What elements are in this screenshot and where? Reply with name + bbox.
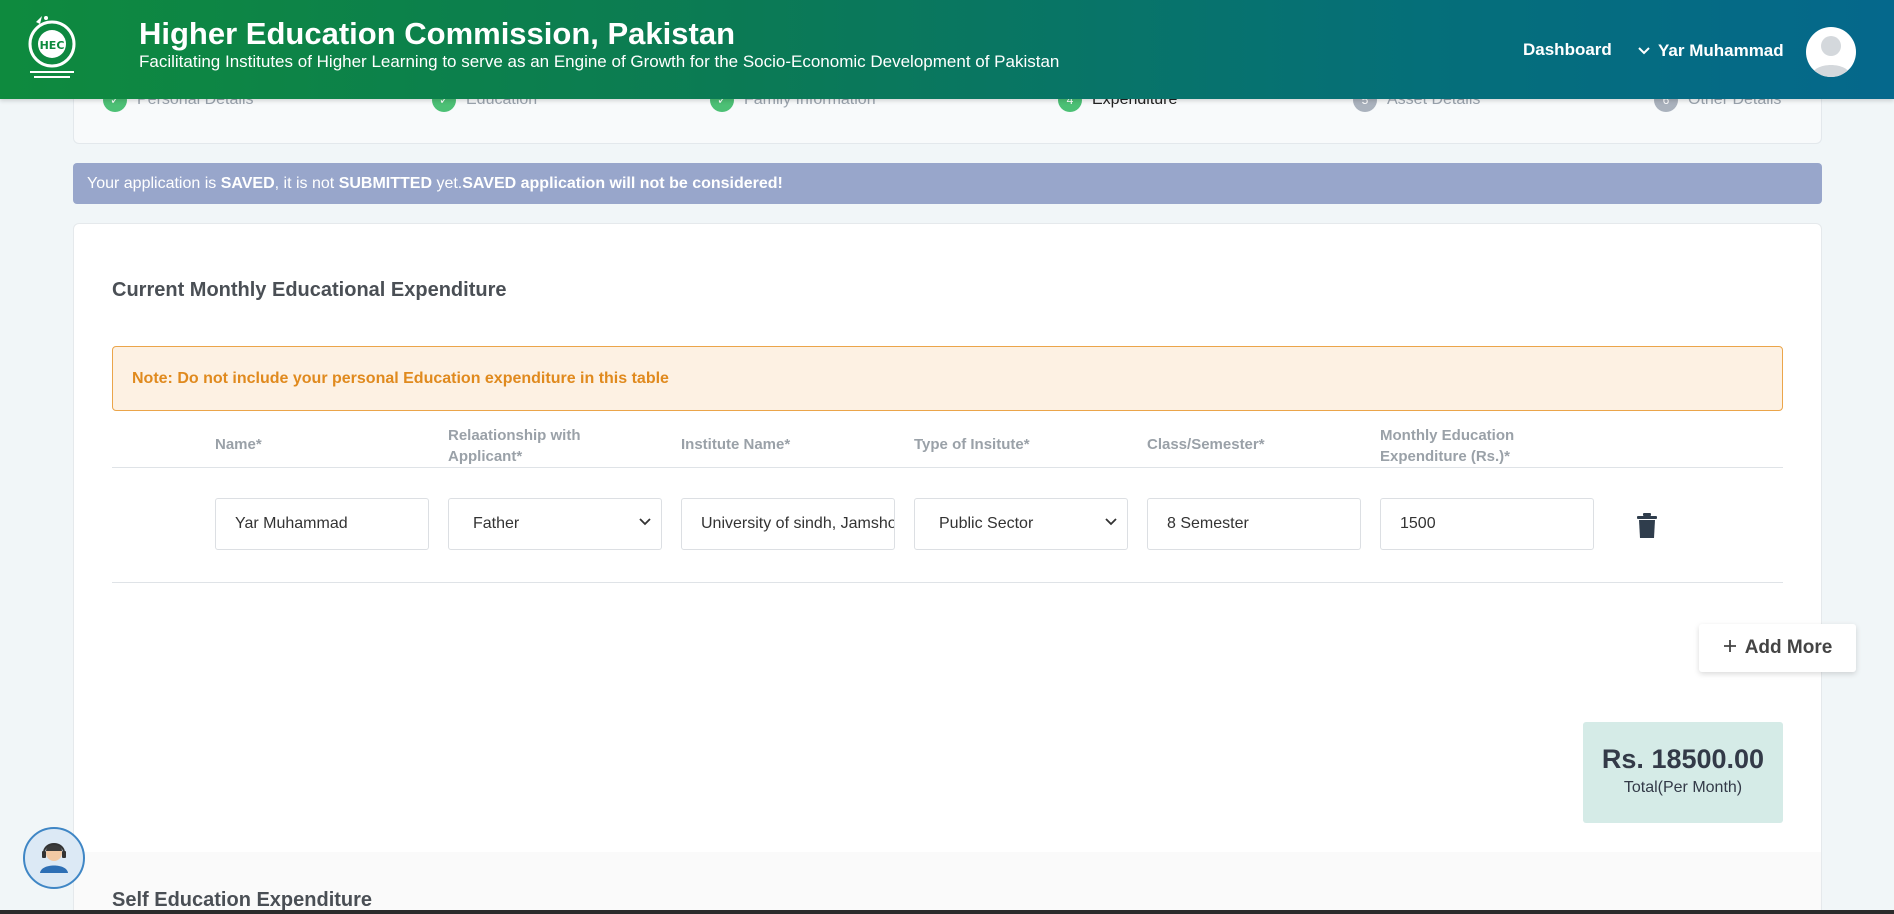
user-avatar-icon[interactable]	[1806, 27, 1856, 77]
alert-saved: SAVED	[220, 174, 275, 192]
table-row: Yar Muhammad Father University of sindh,…	[112, 468, 1783, 583]
alert-text: , it is not	[274, 174, 339, 192]
self-expenditure-title: Self Education Expenditure	[112, 889, 373, 911]
institute-input[interactable]: University of sindh, Jamshoro	[681, 498, 895, 550]
alert-text: Your application is	[87, 174, 221, 192]
bottom-bar	[0, 910, 1894, 914]
institute-type-select[interactable]: Public Sector	[914, 498, 1128, 550]
chevron-down-icon	[1638, 41, 1650, 61]
col-relationship-line1: Relaationship with	[448, 427, 581, 444]
note-banner: Note: Do not include your personal Educa…	[112, 346, 1783, 411]
svg-text:HEC: HEC	[40, 39, 65, 52]
add-more-button[interactable]: Add More	[1699, 624, 1856, 672]
application-status-alert: Your application is SAVED , it is not SU…	[73, 163, 1822, 204]
user-menu[interactable]: Yar Muhammad	[1638, 41, 1784, 61]
class-semester-input[interactable]: 8 Semester	[1147, 498, 1361, 550]
total-box: Rs. 18500.00 Total(Per Month)	[1583, 722, 1783, 823]
monthly-amount-input[interactable]: 1500	[1380, 498, 1594, 550]
col-monthly-line2: Expenditure (Rs.)*	[1380, 448, 1511, 465]
relationship-value: Father	[473, 515, 520, 532]
relationship-select[interactable]: Father	[448, 498, 662, 550]
user-name: Yar Muhammad	[1658, 41, 1784, 60]
col-name: Name*	[215, 436, 262, 453]
chevron-down-icon	[639, 518, 651, 526]
institute-type-value: Public Sector	[939, 515, 1034, 532]
chevron-down-icon	[1105, 518, 1117, 526]
table-header: Name* Relaationship with Applicant* Inst…	[112, 411, 1783, 468]
add-more-label: Add More	[1744, 637, 1833, 658]
dashboard-link[interactable]: Dashboard	[1523, 40, 1612, 60]
total-amount: Rs. 18500.00	[1601, 744, 1765, 774]
col-monthly-line1: Monthly Education	[1380, 427, 1515, 444]
support-agent-icon[interactable]	[23, 827, 85, 889]
expenditure-card: Current Monthly Educational Expenditure …	[73, 223, 1856, 914]
header-title: Higher Education Commission, Pakistan	[139, 16, 736, 51]
trash-icon[interactable]	[1636, 513, 1658, 539]
col-class: Class/Semester*	[1147, 436, 1265, 453]
section-title: Current Monthly Educational Expenditure	[112, 279, 507, 301]
alert-warning: SAVED application will not be considered…	[462, 174, 783, 192]
alert-submitted: SUBMITTED	[338, 174, 433, 192]
col-relationship: Relaationship with Applicant*	[448, 425, 581, 467]
col-relationship-line2: Applicant*	[448, 448, 523, 465]
total-label: Total(Per Month)	[1623, 779, 1743, 796]
top-header: HEC Higher Education Commission, Pakista…	[0, 0, 1894, 99]
header-subtitle: Facilitating Institutes of Higher Learni…	[139, 52, 1060, 71]
col-monthly: Monthly Education Expenditure (Rs.)*	[1380, 425, 1514, 467]
col-institute: Institute Name*	[681, 436, 791, 453]
plus-icon	[1723, 637, 1737, 659]
alert-text: yet.	[432, 174, 463, 192]
col-type: Type of Insitute*	[914, 436, 1030, 453]
hec-logo-icon[interactable]: HEC	[24, 14, 80, 82]
name-input[interactable]: Yar Muhammad	[215, 498, 429, 550]
